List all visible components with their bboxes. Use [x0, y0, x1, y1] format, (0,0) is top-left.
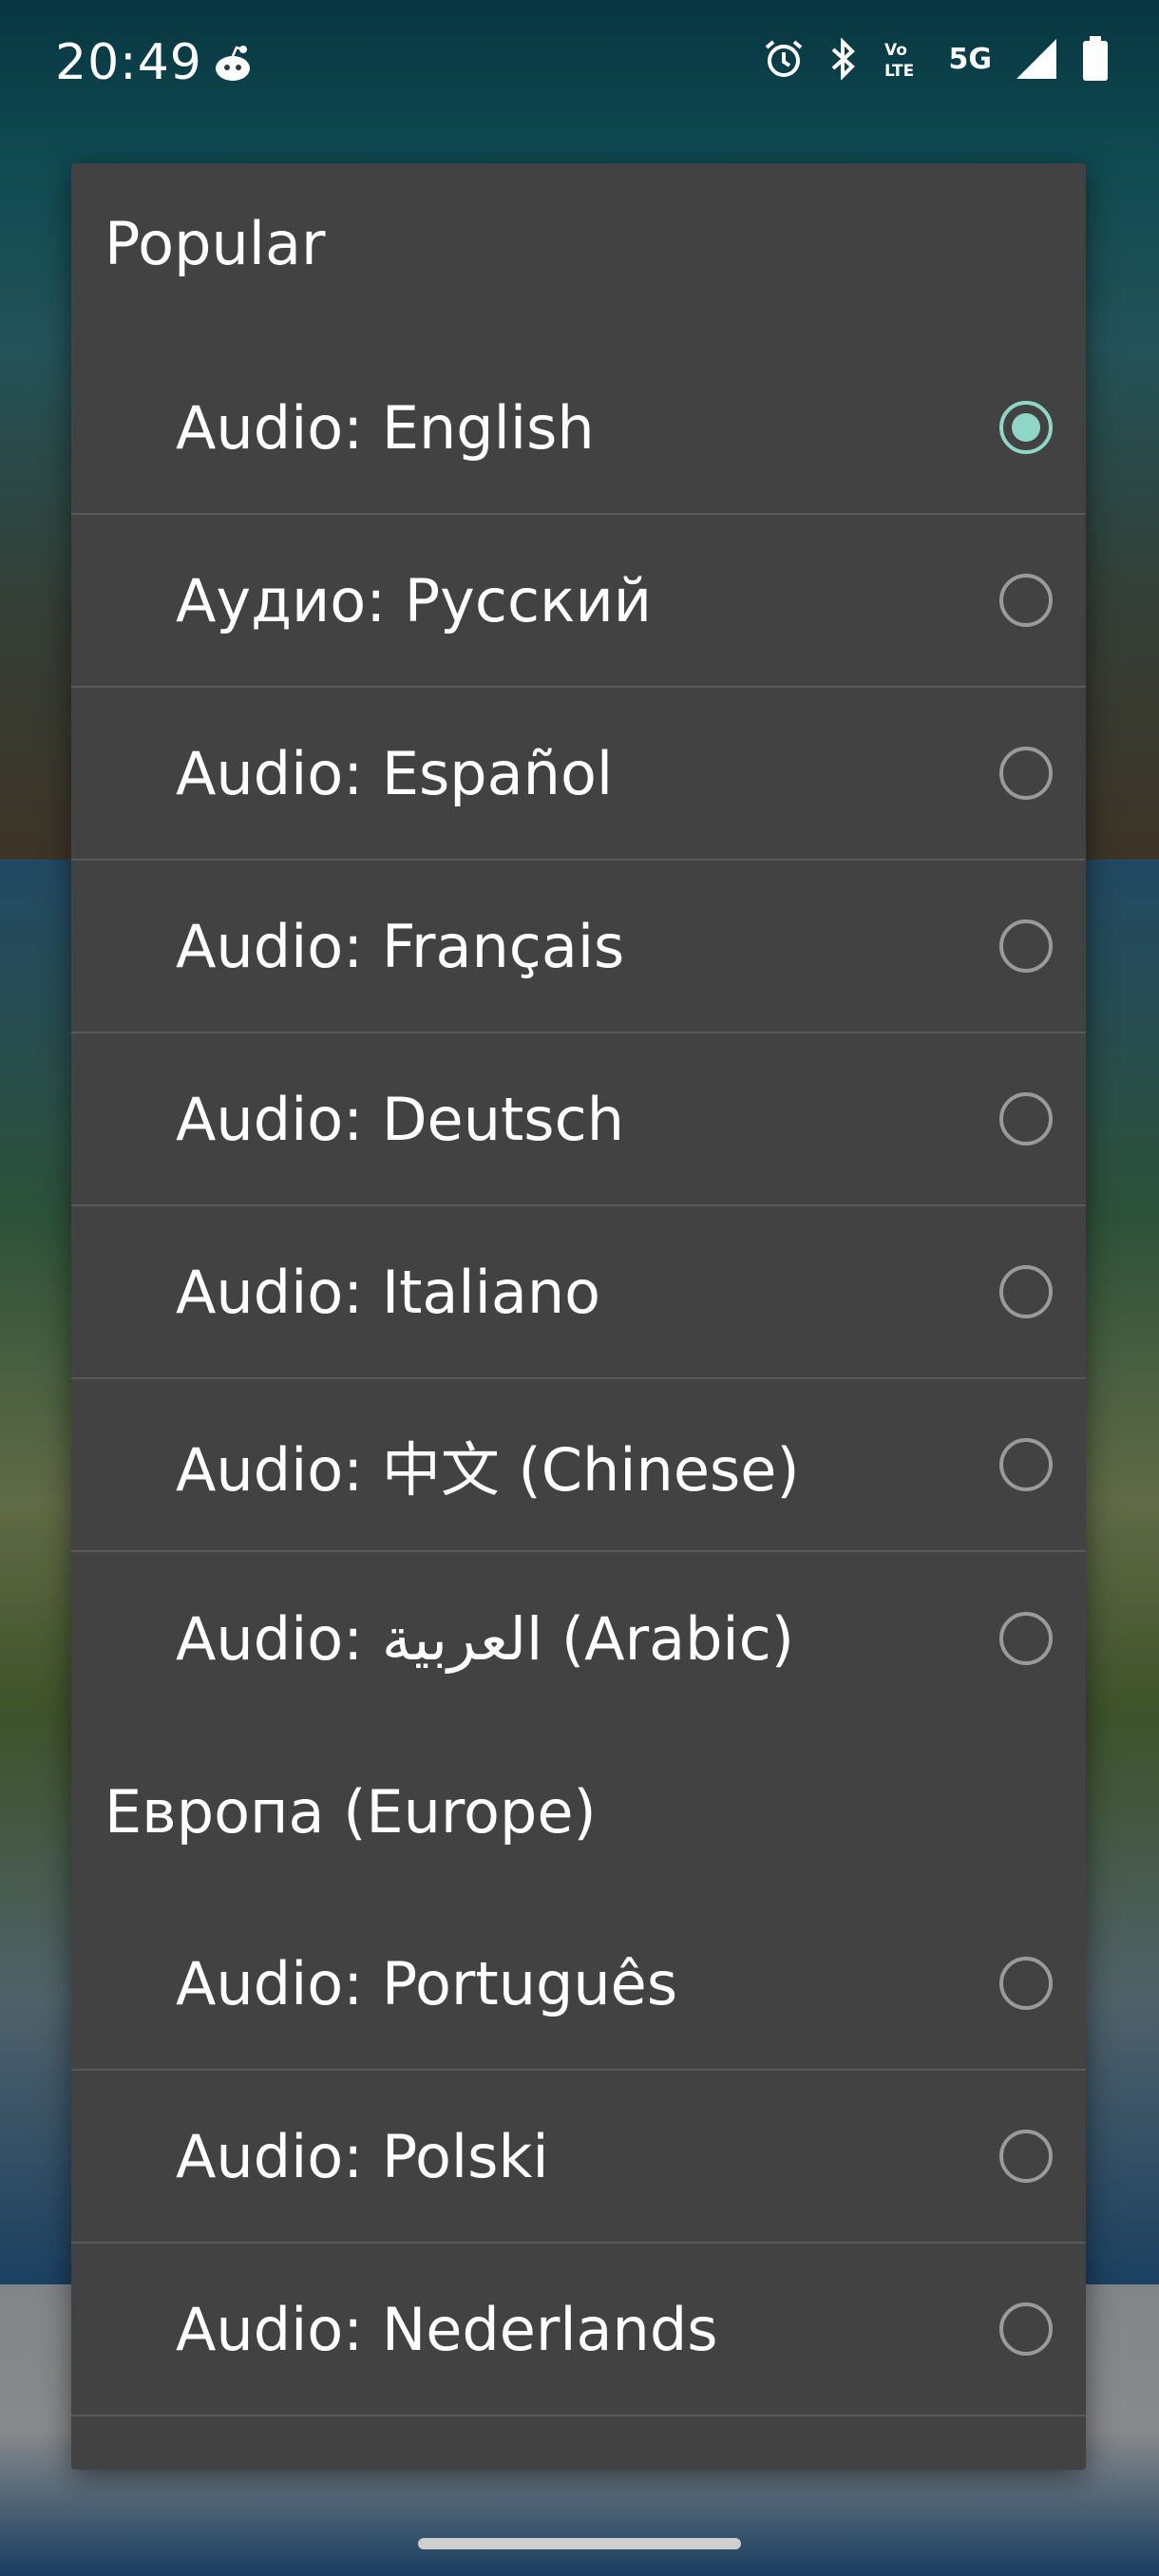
radio-unselected-icon[interactable] [999, 1092, 1053, 1146]
option-label: Audio: Français [176, 911, 625, 981]
section-header-europe: Европа (Europe) [104, 1776, 597, 1847]
option-label: Audio: Español [176, 738, 614, 808]
option-label: Audio: العربية (Arabic) [176, 1603, 794, 1674]
radio-unselected-icon[interactable] [999, 1957, 1053, 2010]
radio-unselected-icon[interactable] [999, 2302, 1053, 2356]
radio-unselected-icon[interactable] [999, 747, 1053, 800]
signal-icon [1015, 37, 1058, 81]
radio-selected-icon[interactable] [999, 401, 1053, 454]
volte-icon: Vo LTE [883, 38, 926, 80]
svg-text:Vo: Vo [884, 41, 907, 60]
alarm-icon [763, 38, 805, 80]
status-bar: 20:49 Vo LTE 5G [0, 0, 1159, 129]
option-label: Аудио: Русский [176, 565, 653, 635]
reddit-icon [211, 42, 255, 85]
gesture-navigation-bar[interactable] [418, 2538, 741, 2549]
option-label: Audio: English [176, 392, 595, 463]
radio-unselected-icon[interactable] [999, 919, 1053, 973]
option-label: Audio: 中文 (Chinese) [176, 1435, 800, 1505]
radio-unselected-icon[interactable] [999, 1438, 1053, 1491]
option-audio-spanish[interactable]: Audio: Español [71, 688, 1086, 861]
svg-text:LTE: LTE [884, 62, 914, 80]
option-audio-english[interactable]: Audio: English [71, 342, 1086, 515]
status-time: 20:49 [55, 34, 202, 91]
option-audio-arabic[interactable]: Audio: العربية (Arabic) [71, 1552, 1086, 1725]
option-audio-german[interactable]: Audio: Deutsch [71, 1033, 1086, 1206]
network-type: 5G [948, 42, 993, 76]
option-audio-chinese[interactable]: Audio: 中文 (Chinese) [71, 1379, 1086, 1552]
bluetooth-icon [827, 38, 860, 80]
option-audio-portuguese[interactable]: Audio: Português [71, 1898, 1086, 2071]
option-audio-italian[interactable]: Audio: Italiano [71, 1206, 1086, 1379]
radio-unselected-icon[interactable] [999, 574, 1053, 627]
option-audio-french[interactable]: Audio: Français [71, 861, 1086, 1033]
option-label: Audio: Português [176, 1948, 678, 2018]
option-label: Audio: Nederlands [176, 2294, 718, 2364]
section-header-popular: Popular [104, 209, 326, 278]
option-label: Audio: Polski [176, 2121, 549, 2191]
radio-unselected-icon[interactable] [999, 2130, 1053, 2183]
option-audio-russian[interactable]: Аудио: Русский [71, 515, 1086, 688]
option-audio-polish[interactable]: Audio: Polski [71, 2071, 1086, 2244]
battery-icon [1081, 36, 1110, 82]
option-label: Audio: Deutsch [176, 1084, 624, 1154]
option-audio-dutch[interactable]: Audio: Nederlands [71, 2244, 1086, 2416]
radio-unselected-icon[interactable] [999, 1612, 1053, 1665]
audio-track-dialog: Popular Audio: English Аудио: Русский Au… [71, 163, 1086, 2470]
option-label: Audio: Italiano [176, 1257, 601, 1327]
radio-unselected-icon[interactable] [999, 1265, 1053, 1318]
